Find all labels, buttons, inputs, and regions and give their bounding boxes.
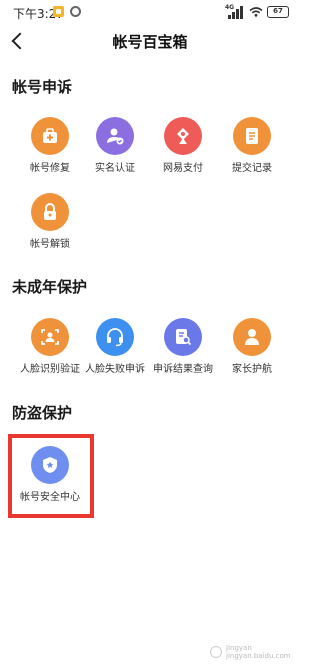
parent-icon bbox=[233, 318, 271, 356]
section-title-anti-theft: 防盗保护 bbox=[12, 404, 73, 422]
wifi-icon bbox=[249, 7, 263, 17]
tile-label: 家长护航 bbox=[232, 364, 272, 375]
notification-icon bbox=[53, 6, 64, 17]
tile-appeal-result[interactable]: 申诉结果查询 bbox=[148, 318, 218, 378]
header: 帐号百宝箱 bbox=[0, 26, 300, 56]
watermark: Jingyan jingyan.baidu.com bbox=[210, 644, 294, 660]
tile-parent-guard[interactable]: 家长护航 bbox=[217, 318, 287, 378]
section-title-account-appeal: 帐号申诉 bbox=[12, 78, 73, 96]
lock-icon bbox=[31, 193, 69, 231]
user-verified-icon bbox=[96, 117, 134, 155]
paw-logo-icon bbox=[210, 646, 222, 658]
battery-icon: 67 bbox=[267, 6, 289, 18]
payment-icon bbox=[164, 117, 202, 155]
tile-submit-record[interactable]: 提交记录 bbox=[217, 117, 287, 177]
document-icon bbox=[233, 117, 271, 155]
settings-status-icon bbox=[70, 6, 81, 17]
tile-label: 帐号解锁 bbox=[30, 239, 70, 250]
tile-account-unlock[interactable]: 帐号解锁 bbox=[15, 193, 85, 253]
page-title: 帐号百宝箱 bbox=[112, 33, 188, 51]
highlight-box bbox=[8, 434, 94, 518]
tile-netease-pay[interactable]: 网易支付 bbox=[148, 117, 218, 177]
signal-icon bbox=[226, 5, 244, 19]
face-scan-icon bbox=[31, 318, 69, 356]
status-bar: 下午3:27 4G 67 bbox=[0, 0, 300, 26]
tile-label: 网易支付 bbox=[163, 163, 203, 174]
search-doc-icon bbox=[164, 318, 202, 356]
medkit-icon bbox=[31, 117, 69, 155]
watermark-text: Jingyan jingyan.baidu.com bbox=[226, 644, 291, 660]
headset-icon bbox=[96, 318, 134, 356]
tile-label: 申诉结果查询 bbox=[153, 364, 213, 375]
section-title-minor-protection: 未成年保护 bbox=[12, 278, 88, 296]
tile-face-appeal[interactable]: 人脸失败申诉 bbox=[80, 318, 150, 378]
tile-label: 提交记录 bbox=[232, 163, 272, 174]
tile-real-name[interactable]: 实名认证 bbox=[80, 117, 150, 177]
